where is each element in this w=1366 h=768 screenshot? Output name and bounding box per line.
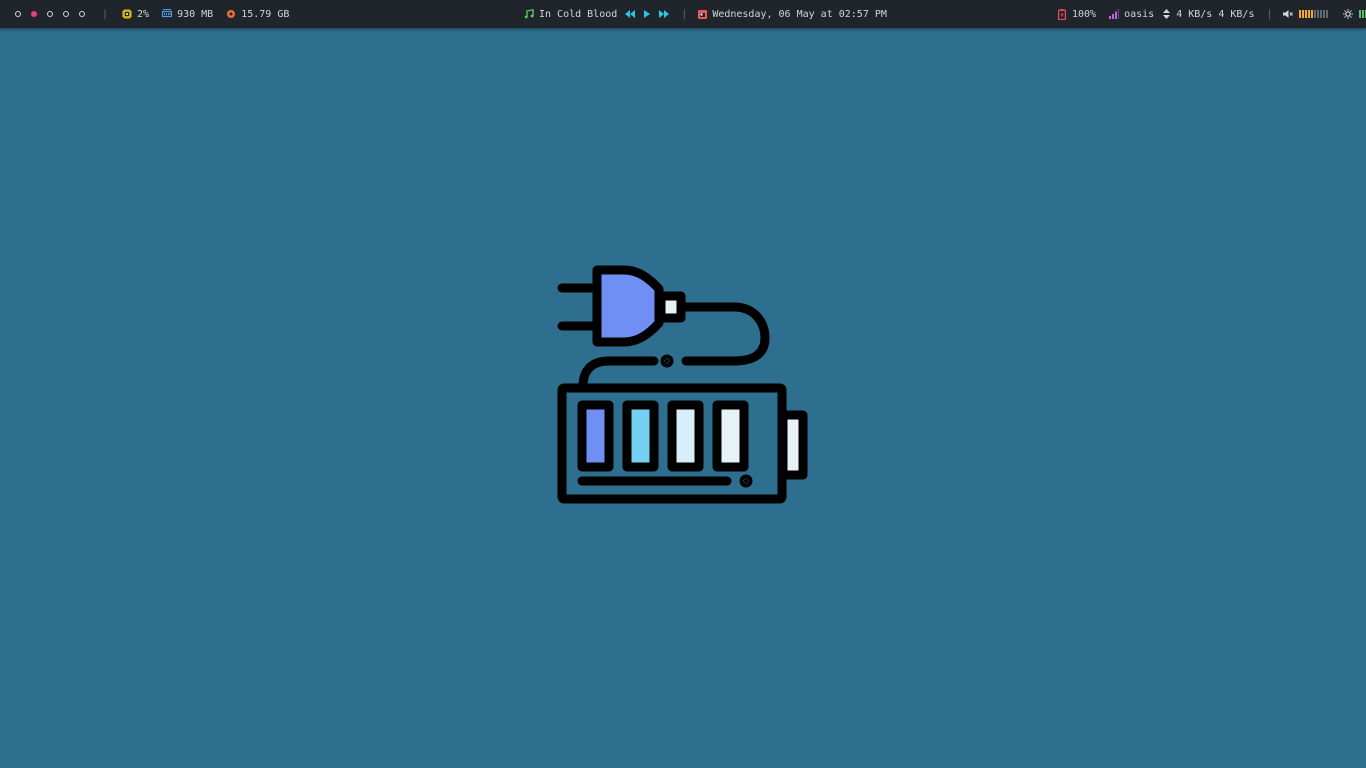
cpu-value: 2% — [137, 8, 150, 20]
battery-cell — [712, 400, 749, 472]
workspace-1-button[interactable] — [15, 11, 21, 17]
level-segment — [1322, 10, 1325, 18]
workspace-3-button[interactable] — [47, 11, 53, 17]
level-segment — [1301, 10, 1304, 18]
volume-indicator[interactable] — [1282, 9, 1343, 19]
level-segment — [1358, 10, 1361, 18]
battery-charging-icon — [1057, 8, 1067, 20]
up-down-icon — [1163, 9, 1171, 19]
separator: | — [102, 8, 109, 20]
network-ssid: oasis — [1124, 8, 1155, 20]
clock[interactable]: Wednesday, 06 May at 02:57 PM — [697, 9, 887, 20]
speaker-icon — [1282, 9, 1293, 19]
battery-status-dot — [739, 474, 753, 488]
workspace-5-button[interactable] — [79, 11, 85, 17]
disk-value: 15.79 GB — [241, 8, 290, 20]
battery-cell — [667, 400, 704, 472]
workspace-switcher — [10, 11, 90, 17]
level-segment — [1325, 10, 1328, 18]
battery-cell — [622, 400, 659, 472]
memory-indicator[interactable]: 930 MB — [162, 9, 213, 20]
level-segment — [1298, 10, 1301, 18]
media-player: In Cold Blood — [524, 9, 673, 20]
bar-right-section: 100% oasis 4 KB/s 4 KB/s | — [1057, 0, 1366, 28]
level-segment — [1313, 10, 1316, 18]
plug-battery-icon — [557, 265, 808, 504]
level-segment — [1316, 10, 1319, 18]
disk-icon — [226, 9, 236, 19]
battery-cell — [577, 400, 614, 472]
previous-button[interactable] — [625, 10, 636, 18]
clock-text: Wednesday, 06 May at 02:57 PM — [712, 8, 887, 20]
level-segment — [1307, 10, 1310, 18]
battery-value: 100% — [1072, 8, 1097, 20]
brightness-icon — [1342, 9, 1353, 19]
separator: | — [1266, 8, 1273, 20]
battery-indicator[interactable]: 100% — [1057, 8, 1097, 20]
next-button[interactable] — [659, 10, 670, 18]
plug-body — [592, 265, 664, 347]
cable-dot — [660, 354, 674, 368]
media-track-title: In Cold Blood — [539, 8, 618, 20]
network-speed: 4 KB/s 4 KB/s — [1176, 8, 1255, 20]
memory-value: 930 MB — [177, 8, 214, 20]
bar-left-section: | 2% 930 MB 15.79 GB — [10, 0, 302, 28]
separator: | — [681, 8, 688, 20]
workspace-4-button[interactable] — [63, 11, 69, 17]
top-status-bar: | 2% 930 MB 15.79 GB In Cold Blood | Wed… — [0, 0, 1366, 28]
next-icon — [659, 10, 670, 18]
previous-icon — [625, 10, 636, 18]
music-note-icon — [524, 9, 534, 19]
network-indicator[interactable]: oasis 4 KB/s 4 KB/s — [1109, 9, 1254, 20]
battery-cable — [578, 356, 659, 391]
brightness-indicator[interactable] — [1342, 9, 1366, 19]
disk-indicator[interactable]: 15.79 GB — [226, 9, 289, 20]
play-icon — [644, 10, 651, 18]
level-segment — [1310, 10, 1313, 18]
play-button[interactable] — [643, 10, 651, 18]
memory-icon — [162, 9, 173, 19]
brightness-level-bar[interactable] — [1358, 10, 1366, 18]
signal-icon — [1109, 9, 1120, 19]
battery-terminal — [778, 410, 808, 480]
calendar-icon — [697, 9, 707, 19]
level-segment — [1361, 10, 1364, 18]
level-segment — [1319, 10, 1322, 18]
workspace-2-button[interactable] — [31, 11, 37, 17]
volume-level-bar[interactable] — [1298, 10, 1329, 18]
plug-cable — [677, 302, 770, 366]
cpu-icon — [122, 9, 133, 19]
bar-center-section: In Cold Blood | Wednesday, 06 May at 02:… — [524, 0, 887, 28]
cpu-indicator[interactable]: 2% — [122, 9, 149, 20]
level-segment — [1304, 10, 1307, 18]
